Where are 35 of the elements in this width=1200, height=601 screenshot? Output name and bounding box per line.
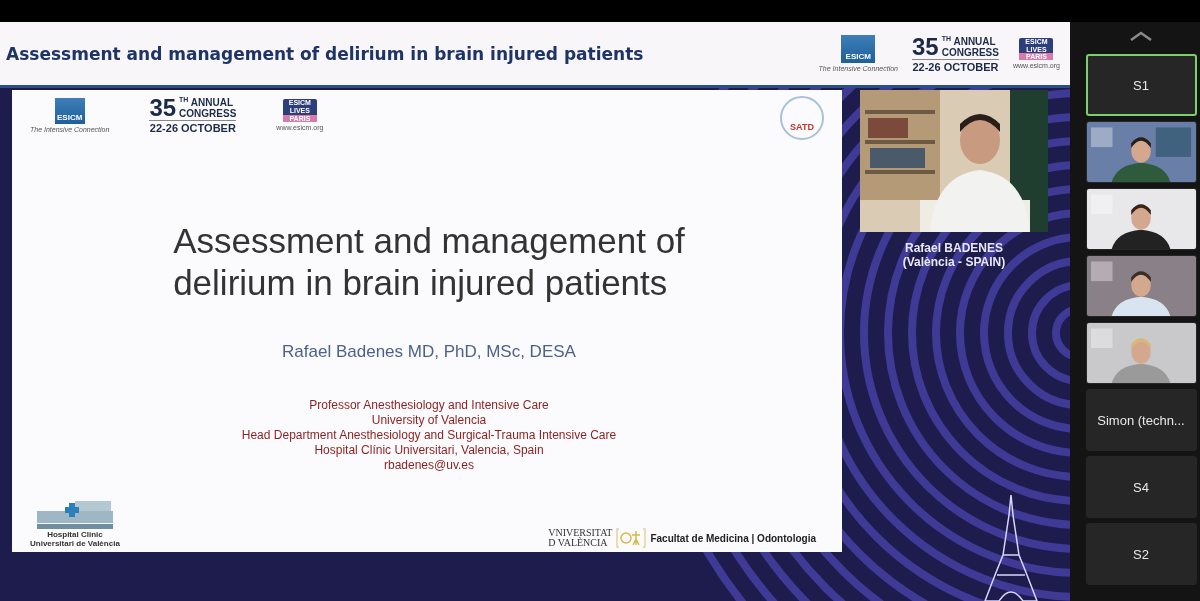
society-logo: ESICM — [54, 97, 85, 124]
speaker-location: (València - SPAIN) — [902, 255, 1006, 270]
society-logo: ESICM — [841, 35, 876, 63]
scroll-up-icon[interactable] — [1129, 31, 1153, 41]
affiliation-line: University of Valencia — [371, 413, 487, 428]
slide-title: delirium in brain injured patients — [173, 262, 669, 304]
hospital-name: Universitari de València — [30, 540, 120, 549]
congress-number: 35 — [912, 34, 939, 59]
affiliation-line: rbadenes@uv.es — [384, 458, 474, 473]
congress-label: CONGRESS — [941, 47, 999, 59]
society-emblem: SATD — [780, 96, 824, 140]
congress-dates: 22-26 OCTOBER — [912, 60, 999, 73]
congress-dates: 22-26 OCTOBER — [149, 122, 236, 134]
author-name: Rafael Badenes MD, PhD, MSc, DESA — [282, 342, 576, 362]
participant-tile[interactable]: S4 — [1085, 456, 1197, 518]
speaker-name: Rafael BADENES — [905, 241, 1003, 256]
congress-label: $^{TH}$ ANNUAL — [941, 34, 997, 48]
congress-number: 35 — [149, 96, 177, 120]
tower-icon — [983, 495, 1039, 601]
affiliation-line: Head Department Anesthesiology and Surgical-Trauma Intensive Care — [241, 428, 617, 443]
affiliation-line: Professor Anesthesiology and Intensive Care — [309, 398, 549, 413]
hospital-logo-icon — [34, 499, 115, 532]
presentation-title: Assessment and management of delirium in brain injured patients — [6, 43, 644, 64]
faculty-name: Facultat de Medicina | Odontologia — [650, 532, 816, 544]
participant-tile[interactable]: S2 — [1085, 523, 1197, 585]
hospital-name: Hospital Clinic — [47, 531, 103, 541]
congress-label: CONGRESS — [179, 109, 237, 120]
congress-label: $^{TH}$ ANNUAL — [179, 96, 235, 109]
university-name: D VALÈNCIA — [548, 538, 609, 549]
affiliation-line: Hospital Clínic Universitari, Valencia, Spain — [314, 443, 544, 458]
participant-tile[interactable]: Simon (techn... — [1085, 389, 1197, 451]
university-name: VNIVERSITAT — [548, 527, 613, 538]
slide-title: Assessment and management of — [173, 220, 685, 262]
emblem-icon — [616, 527, 647, 549]
participant-tile[interactable]: S1 — [1085, 54, 1197, 116]
